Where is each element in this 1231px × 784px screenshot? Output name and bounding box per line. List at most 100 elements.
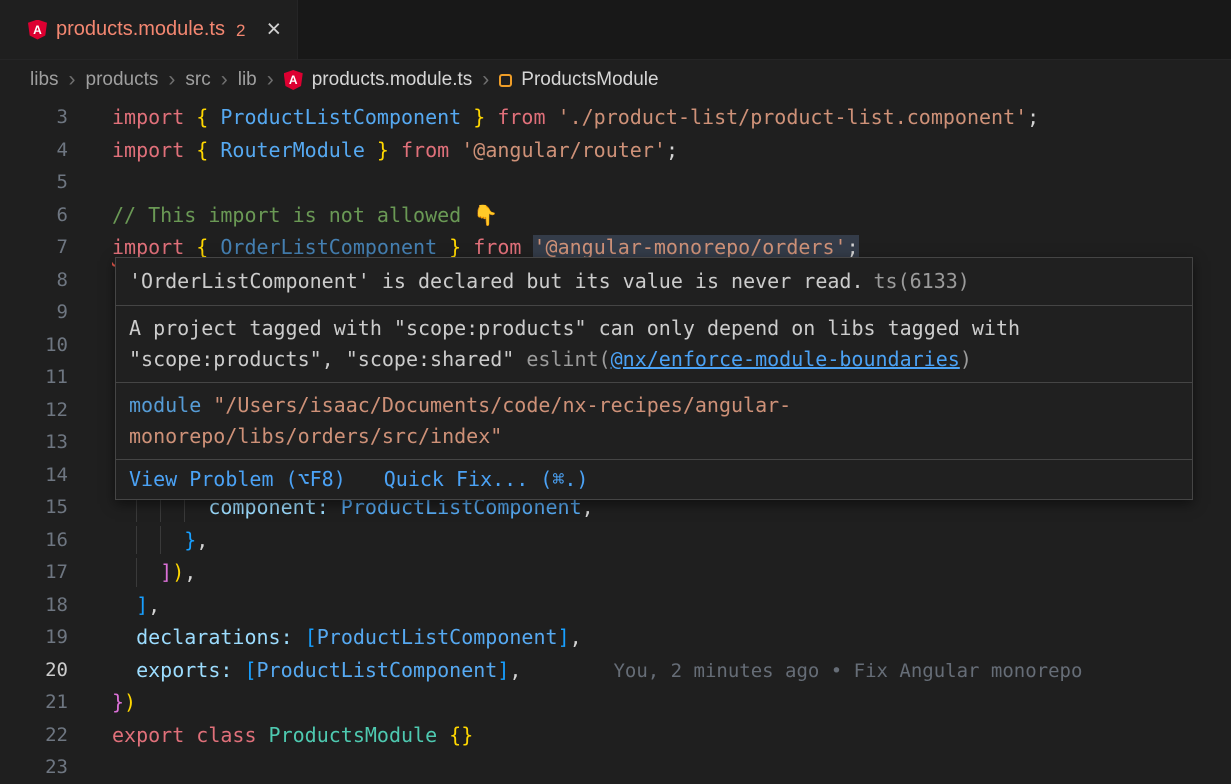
code-token: ProductListComponent (317, 625, 558, 649)
code-line-content: }) (112, 686, 136, 719)
line-number[interactable]: 7 (0, 231, 68, 264)
line-number[interactable]: 23 (0, 751, 68, 784)
code-token: {} (449, 723, 473, 747)
eslint-message-scopes: "scope:products", "scope:shared" (129, 347, 514, 371)
code-token: ; (847, 235, 859, 259)
code-line[interactable]: 16 }, (0, 524, 1231, 557)
line-number[interactable]: 17 (0, 556, 68, 589)
line-number[interactable]: 19 (0, 621, 68, 654)
line-number[interactable]: 21 (0, 686, 68, 719)
breadcrumb-item-filename[interactable]: products.module.ts (312, 69, 473, 91)
code-token: OrderListComponent (220, 235, 437, 259)
code-line[interactable]: 3 import { ProductListComponent } from '.… (0, 101, 1231, 134)
quick-fix-link[interactable]: Quick Fix... (⌘.) (384, 464, 589, 495)
code-token (112, 658, 136, 682)
module-keyword: module (129, 393, 201, 417)
code-token: // This import is not allowed 👇 (112, 203, 498, 227)
line-number[interactable]: 10 (0, 329, 68, 362)
code-line-content: ], (112, 589, 160, 622)
chevron-right-icon: › (481, 68, 490, 92)
line-number[interactable]: 11 (0, 361, 68, 394)
code-token: , (196, 528, 208, 552)
code-token: { (196, 235, 220, 259)
code-token: ) (124, 690, 136, 714)
code-token: from (401, 138, 461, 162)
code-editor[interactable]: 3 import { ProductListComponent } from '.… (0, 100, 1231, 780)
eslint-rule-link[interactable]: @nx/enforce-module-boundaries (611, 347, 960, 371)
code-token (232, 658, 244, 682)
line-number[interactable]: 5 (0, 166, 68, 199)
code-token: ProductsModule (269, 723, 438, 747)
line-number[interactable]: 22 (0, 719, 68, 752)
line-number[interactable]: 3 (0, 101, 68, 134)
breadcrumb-item-lib[interactable]: lib (238, 69, 257, 91)
line-number[interactable]: 12 (0, 394, 68, 427)
code-token (293, 625, 305, 649)
breadcrumb-item-symbol[interactable]: ProductsModule (521, 69, 658, 91)
line-number[interactable]: 9 (0, 296, 68, 329)
line-number[interactable]: 18 (0, 589, 68, 622)
code-token: , (148, 593, 160, 617)
breadcrumb-item-products[interactable]: products (86, 69, 159, 91)
code-token: ] (497, 658, 509, 682)
code-token (112, 625, 136, 649)
chevron-right-icon: › (68, 68, 77, 92)
code-token: ; (1027, 105, 1039, 129)
line-number[interactable]: 14 (0, 459, 68, 492)
code-token: , (509, 658, 521, 682)
code-line[interactable]: 21}) (0, 686, 1231, 719)
line-number[interactable]: 4 (0, 134, 68, 167)
code-line[interactable]: 6 // This import is not allowed 👇 (0, 199, 1231, 232)
hover-actions: View Problem (⌥F8) Quick Fix... (⌘.) (116, 459, 1192, 499)
line-number[interactable]: 20 (0, 654, 68, 687)
indent-guide (136, 526, 137, 555)
code-token: '@angular-monorepo/orders' (533, 235, 846, 259)
code-line-content: }, (112, 524, 208, 557)
line-number[interactable]: 16 (0, 524, 68, 557)
code-line[interactable]: 18 ], (0, 589, 1231, 622)
line-number[interactable]: 6 (0, 199, 68, 232)
breadcrumb-item-libs[interactable]: libs (30, 69, 59, 91)
code-line[interactable]: 5 (0, 166, 1231, 199)
code-line[interactable]: 17 ]), (0, 556, 1231, 589)
code-line[interactable]: 23 (0, 751, 1231, 784)
code-token: './product-list/product-list.component' (558, 105, 1028, 129)
line-number[interactable]: 15 (0, 491, 68, 524)
error-hover-tooltip: 'OrderListComponent' is declared but its… (115, 257, 1193, 500)
line-number[interactable]: 13 (0, 426, 68, 459)
code-line-content: import { RouterModule } from '@angular/r… (112, 134, 678, 167)
editor-tab-bar: products.module.ts 2 × (0, 0, 1231, 60)
code-token: declarations: (136, 625, 293, 649)
code-line-content: import { ProductListComponent } from './… (112, 101, 1039, 134)
close-icon[interactable]: × (266, 17, 281, 42)
code-line-content: exports: [ProductListComponent], (112, 654, 521, 687)
code-token: { (196, 105, 220, 129)
code-token: ) (172, 560, 184, 584)
code-token: ] (136, 593, 148, 617)
line-number[interactable]: 8 (0, 264, 68, 297)
angular-file-icon (284, 70, 303, 90)
class-symbol-icon (499, 74, 512, 87)
eslint-message-line2: "scope:products", "scope:shared"eslint(@… (129, 344, 1179, 375)
code-line[interactable]: 4 import { RouterModule } from '@angular/… (0, 134, 1231, 167)
tab-products-module[interactable]: products.module.ts 2 × (0, 0, 298, 59)
indent-guide (136, 558, 137, 587)
code-token: ] (160, 560, 172, 584)
view-problem-link[interactable]: View Problem (⌥F8) (129, 464, 346, 495)
code-line[interactable]: 20 exports: [ProductListComponent],You, … (0, 654, 1231, 687)
code-line[interactable]: 22export class ProductsModule {} (0, 719, 1231, 752)
code-token: { (196, 138, 220, 162)
code-line[interactable]: 19 declarations: [ProductListComponent], (0, 621, 1231, 654)
code-token: RouterModule (220, 138, 365, 162)
code-token: , (184, 560, 196, 584)
code-token (437, 723, 449, 747)
module-path-line2: monorepo/libs/orders/src/index" (129, 421, 1179, 452)
hover-ts-message: 'OrderListComponent' is declared but its… (116, 258, 1192, 305)
chevron-right-icon: › (220, 68, 229, 92)
eslint-message-line1: A project tagged with "scope:products" c… (129, 313, 1179, 344)
hover-eslint-message: A project tagged with "scope:products" c… (116, 305, 1192, 382)
code-token: from (497, 105, 557, 129)
module-path-string-1: "/Users/isaac/Documents/code/nx-recipes/… (213, 393, 791, 417)
breadcrumb-item-src[interactable]: src (185, 69, 210, 91)
angular-file-icon (28, 20, 47, 40)
